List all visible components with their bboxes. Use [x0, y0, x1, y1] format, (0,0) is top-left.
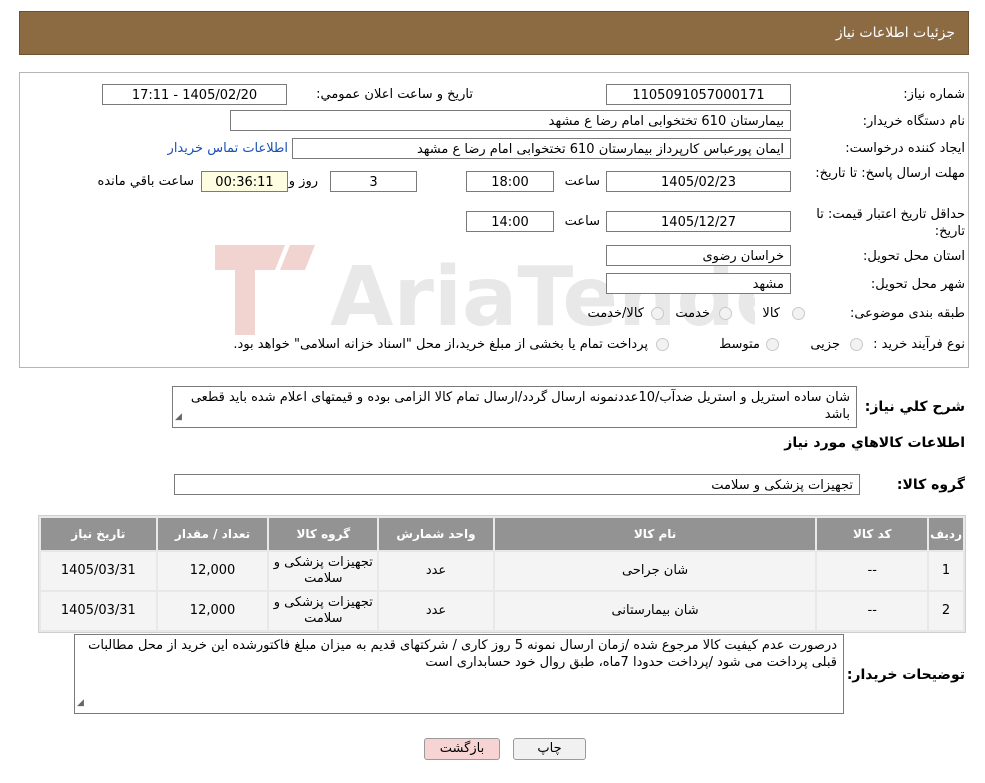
- days-field: 3: [330, 171, 417, 192]
- requester-field: ایمان پورعباس کارپرداز بیمارستان 610 تخت…: [292, 138, 791, 159]
- city-label: شهر محل تحویل:: [870, 277, 965, 292]
- cell-name: شان بیمارستانی: [494, 592, 816, 630]
- radio-goods[interactable]: [792, 307, 805, 320]
- buyer-org-field: بیمارستان 610 تختخوابی امام رضا ع مشهد: [230, 110, 791, 131]
- col-group: گروه کالا: [269, 518, 378, 550]
- cell-quantity: 12,000: [157, 552, 268, 590]
- buyer-notes-label: توضیحات خریدار:: [846, 667, 965, 683]
- deadline-time-field: 18:00: [466, 171, 554, 192]
- radio-goods-label: کالا: [762, 306, 780, 321]
- deadline-label: مهلت ارسال پاسخ: تا تاریخ:: [815, 166, 965, 181]
- description-textarea[interactable]: شان ساده استریل و استریل ضدآب/10عددنمونه…: [172, 386, 857, 428]
- goods-section-title: اطلاعات کالاهاي مورد نیاز: [784, 435, 965, 451]
- col-row: ردیف: [929, 518, 963, 550]
- table-row[interactable]: 2 -- شان بیمارستانی عدد تجهیزات پزشکی و …: [41, 592, 963, 630]
- resize-handle-icon[interactable]: ◢: [77, 695, 84, 712]
- cell-quantity: 12,000: [157, 592, 268, 630]
- deadline-time-label: ساعت: [564, 174, 600, 189]
- cell-code: --: [817, 592, 928, 630]
- radio-service-label: خدمت: [675, 306, 710, 321]
- category-label: طبقه بندی موضوعی:: [849, 306, 965, 321]
- cell-unit: عدد: [379, 592, 493, 630]
- items-table: ردیف کد کالا نام کالا واحد شمارش گروه کا…: [38, 515, 966, 633]
- radio-partial[interactable]: [850, 338, 863, 351]
- treasury-note: پرداخت تمام یا بخشی از مبلغ خرید،از محل …: [233, 337, 648, 352]
- resize-handle-icon[interactable]: ◢: [175, 409, 182, 426]
- table-header-row: ردیف کد کالا نام کالا واحد شمارش گروه کا…: [41, 518, 963, 550]
- cell-row: 2: [929, 592, 963, 630]
- buyer-contact-link[interactable]: اطلاعات تماس خریدار: [168, 141, 288, 156]
- cell-group: تجهیزات پزشکی و سلامت: [269, 552, 378, 590]
- radio-treasury-checkbox[interactable]: [656, 338, 669, 351]
- cell-group: تجهیزات پزشکی و سلامت: [269, 592, 378, 630]
- remaining-label: ساعت باقي مانده: [97, 174, 194, 189]
- cell-name: شان جراحی: [494, 552, 816, 590]
- col-unit: واحد شمارش: [379, 518, 493, 550]
- page-header: جزئیات اطلاعات نیاز: [19, 11, 969, 55]
- buyer-org-label: نام دستگاه خریدار:: [862, 114, 965, 129]
- radio-service[interactable]: [719, 307, 732, 320]
- col-name: نام کالا: [494, 518, 816, 550]
- col-code: کد کالا: [817, 518, 928, 550]
- radio-medium[interactable]: [766, 338, 779, 351]
- page-title: جزئیات اطلاعات نیاز: [835, 25, 955, 41]
- deadline-date-field: 1405/02/23: [606, 171, 791, 192]
- print-button[interactable]: چاپ: [513, 738, 586, 760]
- province-field: خراسان رضوی: [606, 245, 791, 266]
- col-date: تاریخ نیاز: [41, 518, 156, 550]
- col-quantity: تعداد / مقدار: [157, 518, 268, 550]
- validity-time-label: ساعت: [564, 214, 600, 229]
- province-label: استان محل تحویل:: [863, 249, 965, 264]
- back-button[interactable]: بازگشت: [424, 738, 500, 760]
- goods-group-label: گروه کالا:: [896, 477, 965, 493]
- buyer-notes-text: درصورت عدم کیفیت کالا مرجوع شده /زمان ار…: [88, 638, 837, 670]
- radio-partial-label: جزیی: [810, 337, 840, 352]
- cell-date: 1405/03/31: [41, 592, 156, 630]
- validity-date-field: 1405/12/27: [606, 211, 791, 232]
- need-number-label: شماره نیاز:: [903, 87, 965, 102]
- description-text: شان ساده استریل و استریل ضدآب/10عددنمونه…: [190, 390, 850, 422]
- requester-label: ایجاد کننده درخواست:: [845, 141, 965, 156]
- cell-row: 1: [929, 552, 963, 590]
- table-row[interactable]: 1 -- شان جراحی عدد تجهیزات پزشکی و سلامت…: [41, 552, 963, 590]
- city-field: مشهد: [606, 273, 791, 294]
- cell-code: --: [817, 552, 928, 590]
- radio-goods-service-label: کالا/خدمت: [587, 306, 644, 321]
- radio-medium-label: متوسط: [719, 337, 760, 352]
- announce-datetime-label: تاریخ و ساعت اعلان عمومي:: [316, 87, 473, 102]
- radio-goods-service[interactable]: [651, 307, 664, 320]
- buyer-notes-textarea[interactable]: درصورت عدم کیفیت کالا مرجوع شده /زمان ار…: [74, 634, 844, 714]
- process-type-label: نوع فرآیند خرید :: [873, 337, 965, 352]
- cell-unit: عدد: [379, 552, 493, 590]
- validity-time-field: 14:00: [466, 211, 554, 232]
- goods-group-field: تجهیزات پزشکی و سلامت: [174, 474, 860, 495]
- days-label: روز و: [288, 174, 318, 189]
- cell-date: 1405/03/31: [41, 552, 156, 590]
- description-label: شرح کلي نیاز:: [864, 399, 965, 415]
- remaining-time-field: 00:36:11: [201, 171, 288, 192]
- validity-label: حداقل تاریخ اعتبار قیمت: تا تاریخ:: [816, 207, 965, 239]
- announce-datetime-field: 1405/02/20 - 17:11: [102, 84, 287, 105]
- need-number-field: 1105091057000171: [606, 84, 791, 105]
